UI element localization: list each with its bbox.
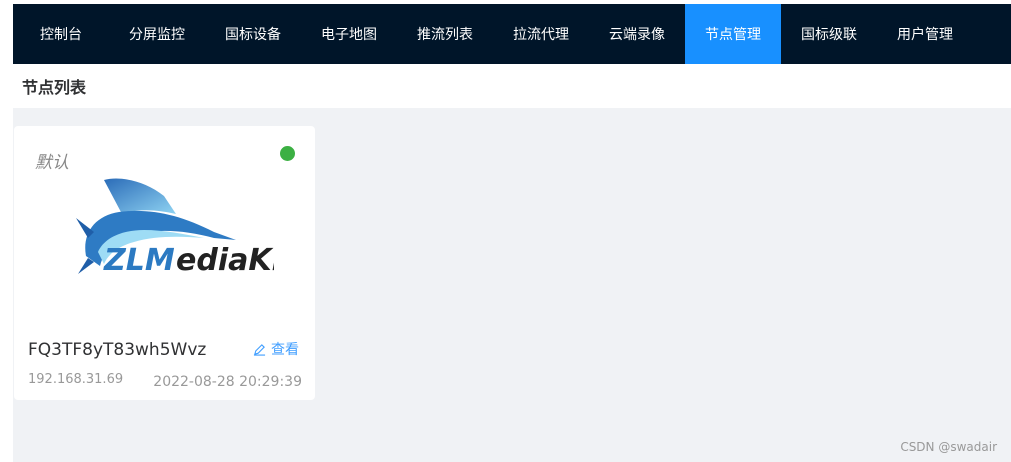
nav-item-node-management[interactable]: 节点管理 bbox=[685, 4, 781, 64]
nav-item-label: 国标级联 bbox=[801, 27, 857, 43]
nav-item-gb-devices[interactable]: 国标设备 bbox=[205, 4, 301, 64]
page-title: 节点列表 bbox=[22, 78, 87, 97]
nav-item-cloud-record[interactable]: 云端录像 bbox=[589, 4, 685, 64]
view-label: 查看 bbox=[271, 342, 299, 358]
nav-item-label: 云端录像 bbox=[609, 27, 665, 43]
node-ip: 192.168.31.69 bbox=[28, 372, 124, 387]
nav-item-label: 国标设备 bbox=[225, 27, 281, 43]
view-button[interactable]: 查看 bbox=[253, 339, 299, 359]
app-frame: 控制台 分屏监控 国标设备 电子地图 推流列表 拉流代理 云端录像 节点管理 国… bbox=[13, 4, 1011, 462]
nav-item-label: 推流列表 bbox=[417, 27, 473, 43]
status-online-indicator bbox=[280, 146, 295, 161]
node-tag: 默认 bbox=[35, 153, 69, 173]
nav-item-label: 节点管理 bbox=[705, 27, 761, 43]
watermark: CSDN @swadair bbox=[900, 440, 997, 454]
nav-item-label: 拉流代理 bbox=[513, 27, 569, 43]
logo-text-zl: ZLM bbox=[103, 243, 175, 278]
zlmediakit-logo: ZLM ediaKit bbox=[64, 174, 298, 284]
node-name: FQ3TF8yT83wh5Wvz bbox=[28, 340, 207, 360]
nav-item-label: 用户管理 bbox=[897, 27, 953, 43]
nav-item-label: 电子地图 bbox=[321, 27, 377, 43]
node-timestamp: 2022-08-28 20:29:39 bbox=[153, 374, 302, 390]
nav-item-user-management[interactable]: 用户管理 bbox=[877, 4, 973, 64]
nav-item-split-screen[interactable]: 分屏监控 bbox=[109, 4, 205, 64]
logo-text-rest: ediaKit bbox=[176, 243, 274, 278]
page-header: 节点列表 bbox=[13, 64, 1011, 108]
top-nav-menu: 控制台 分屏监控 国标设备 电子地图 推流列表 拉流代理 云端录像 节点管理 国… bbox=[13, 4, 1011, 64]
nav-item-console[interactable]: 控制台 bbox=[13, 4, 109, 64]
nav-item-gb-cascade[interactable]: 国标级联 bbox=[781, 4, 877, 64]
edit-icon bbox=[253, 343, 266, 356]
nav-item-map[interactable]: 电子地图 bbox=[301, 4, 397, 64]
nav-item-label: 控制台 bbox=[40, 27, 82, 43]
nav-item-push-list[interactable]: 推流列表 bbox=[397, 4, 493, 64]
node-card[interactable]: 默认 ZLM ediaK FQ3TF8yT83wh5Wvz 查看 192.168… bbox=[14, 126, 315, 400]
nav-item-label: 分屏监控 bbox=[129, 27, 185, 43]
nav-item-pull-proxy[interactable]: 拉流代理 bbox=[493, 4, 589, 64]
